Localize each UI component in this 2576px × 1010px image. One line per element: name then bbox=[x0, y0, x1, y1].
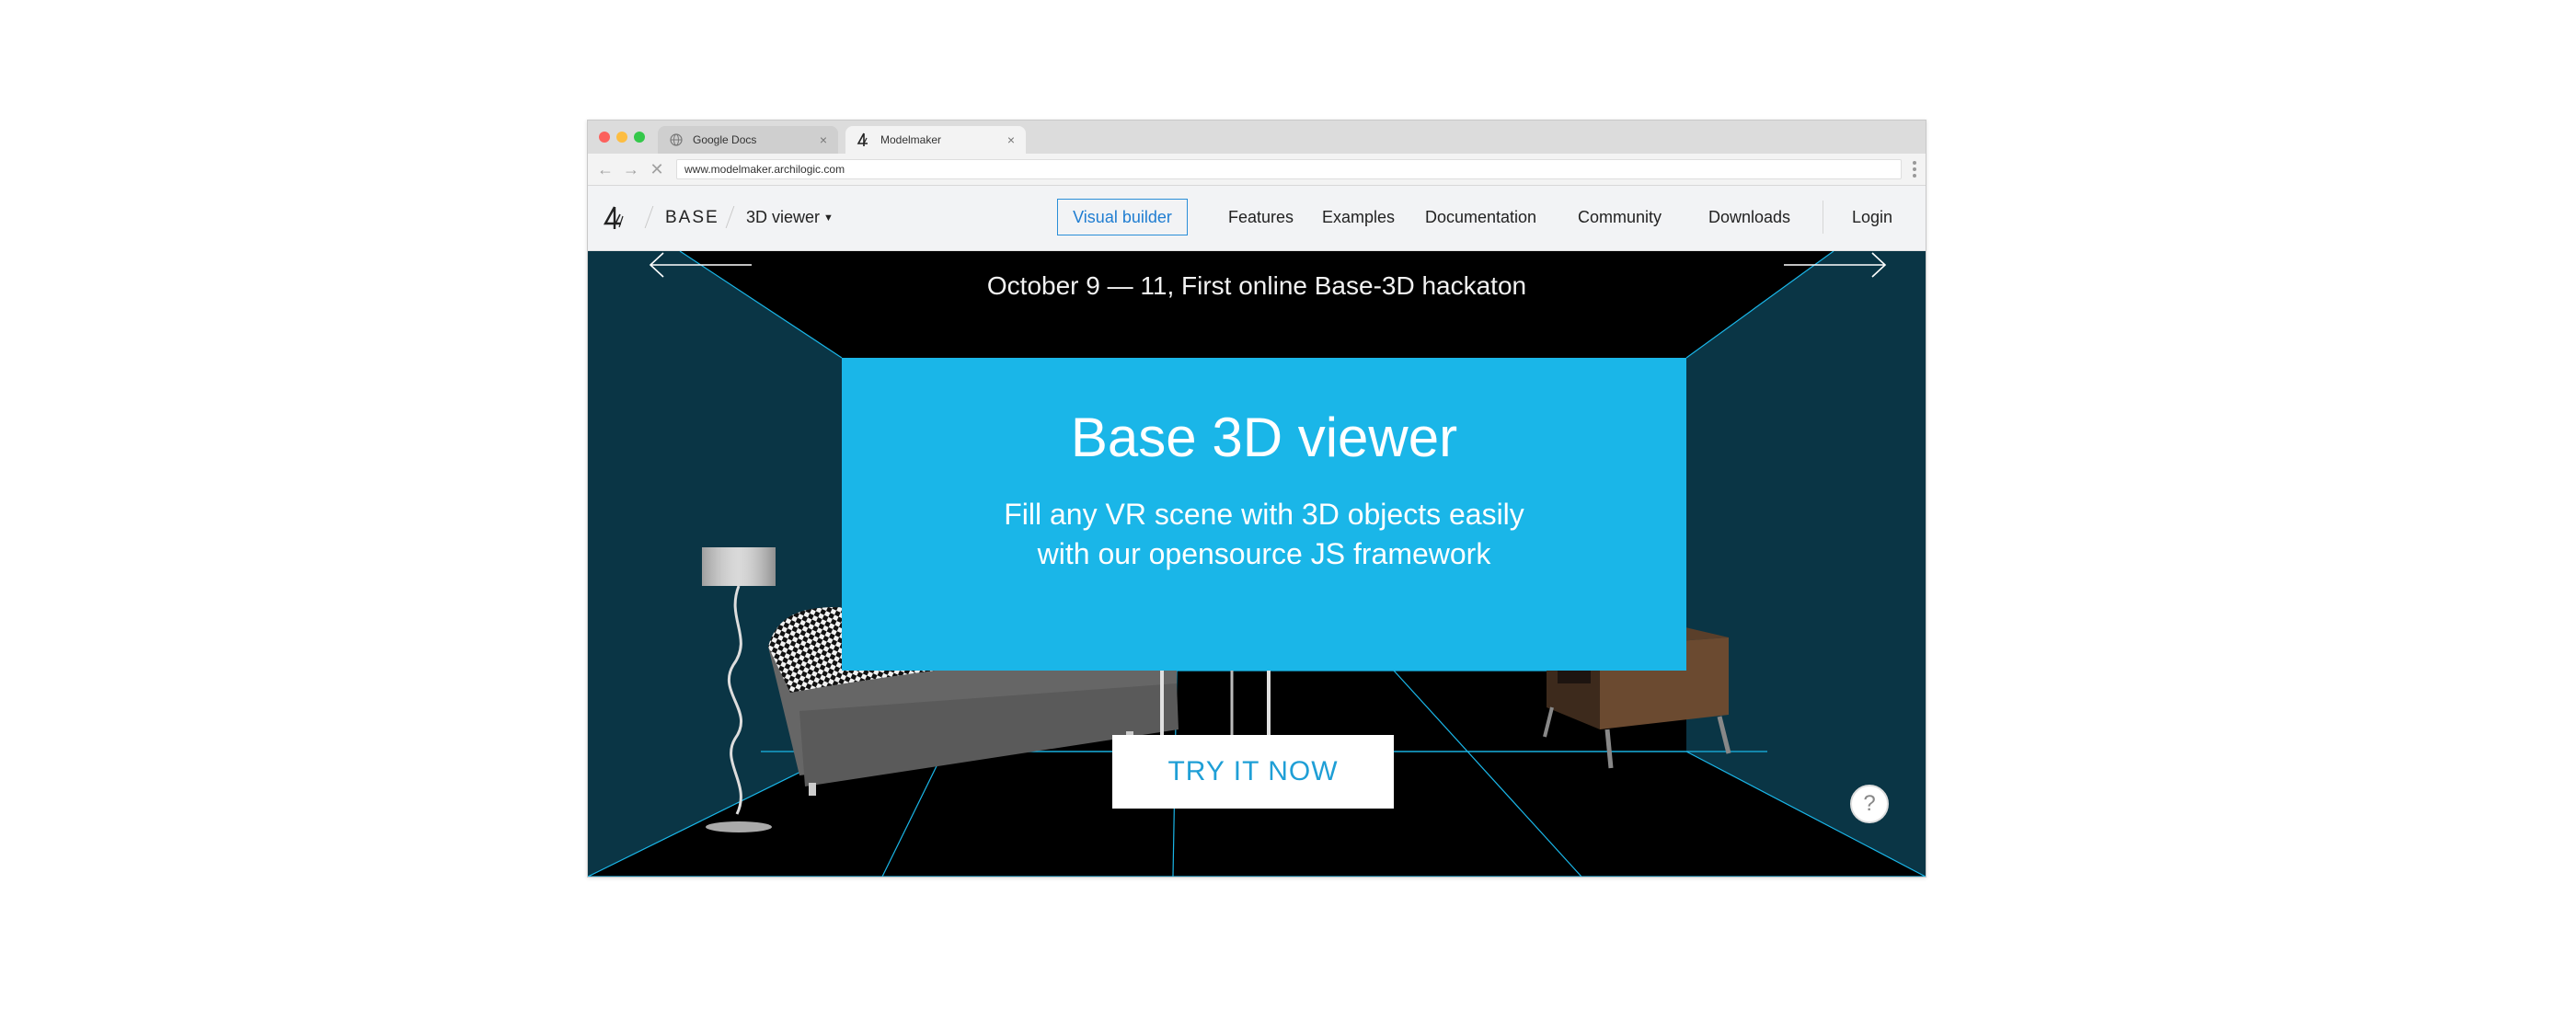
tab-label: Google Docs bbox=[693, 133, 757, 146]
arrow-left-icon[interactable] bbox=[649, 251, 753, 279]
globe-icon bbox=[669, 132, 684, 147]
nav-link-community[interactable]: Community bbox=[1578, 208, 1662, 227]
nav-link-examples[interactable]: Examples bbox=[1322, 208, 1395, 227]
breadcrumb-divider bbox=[644, 206, 654, 228]
archilogic-logo-icon bbox=[857, 132, 871, 147]
hero-subtitle-line-1: Fill any VR scene with 3D objects easily bbox=[1004, 498, 1524, 531]
nav-link-features[interactable]: Features bbox=[1228, 208, 1294, 227]
visual-builder-button[interactable]: Visual builder bbox=[1057, 199, 1188, 235]
stop-loading-icon[interactable]: ✕ bbox=[647, 159, 667, 179]
help-button[interactable]: ? bbox=[1850, 785, 1889, 823]
archilogic-logo-icon[interactable] bbox=[603, 205, 628, 231]
close-tab-icon[interactable]: × bbox=[1007, 132, 1015, 147]
browser-titlebar: Google Docs × Modelmaker × bbox=[588, 121, 1926, 154]
browser-toolbar: ← → ✕ www.modelmaker.archilogic.com bbox=[588, 154, 1926, 186]
tab-modelmaker[interactable]: Modelmaker × bbox=[845, 126, 1026, 154]
hackathon-banner[interactable]: October 9 — 11, First online Base-3D hac… bbox=[588, 271, 1926, 301]
section-label: 3D viewer bbox=[746, 208, 821, 226]
close-window-button[interactable] bbox=[599, 132, 610, 143]
minimize-window-button[interactable] bbox=[616, 132, 627, 143]
close-tab-icon[interactable]: × bbox=[820, 132, 827, 147]
maximize-window-button[interactable] bbox=[634, 132, 645, 143]
chevron-down-icon: ▼ bbox=[823, 212, 834, 224]
hero-title: Base 3D viewer bbox=[1070, 407, 1458, 468]
brand-label[interactable]: BASE bbox=[665, 208, 719, 228]
hero-subtitle-line-2: with our opensource JS framework bbox=[1037, 537, 1491, 570]
hero-3d-room: October 9 — 11, First online Base-3D hac… bbox=[588, 251, 1926, 877]
breadcrumb-divider bbox=[725, 206, 735, 228]
site-navigation: BASE 3D viewer ▼ Visual builder Features … bbox=[588, 186, 1926, 251]
hero-panel: Base 3D viewer Fill any VR scene with 3D… bbox=[842, 358, 1686, 671]
tab-google-docs[interactable]: Google Docs × bbox=[658, 126, 838, 154]
back-arrow-icon[interactable]: ← bbox=[595, 159, 615, 179]
section-dropdown[interactable]: 3D viewer ▼ bbox=[746, 208, 834, 227]
browser-menu-icon[interactable] bbox=[1913, 161, 1916, 180]
try-it-now-button[interactable]: TRY IT NOW bbox=[1112, 735, 1394, 809]
login-link[interactable]: Login bbox=[1852, 208, 1892, 227]
tab-label: Modelmaker bbox=[880, 133, 942, 146]
arrow-right-icon[interactable] bbox=[1782, 251, 1887, 279]
forward-arrow-icon[interactable]: → bbox=[621, 159, 641, 179]
nav-link-downloads[interactable]: Downloads bbox=[1708, 208, 1790, 227]
hero-subtitle: Fill any VR scene with 3D objects easily… bbox=[842, 495, 1686, 574]
address-bar[interactable]: www.modelmaker.archilogic.com bbox=[676, 159, 1902, 179]
browser-window: Google Docs × Modelmaker × ← → ✕ www.mod… bbox=[587, 120, 1926, 878]
nav-link-documentation[interactable]: Documentation bbox=[1425, 208, 1536, 227]
